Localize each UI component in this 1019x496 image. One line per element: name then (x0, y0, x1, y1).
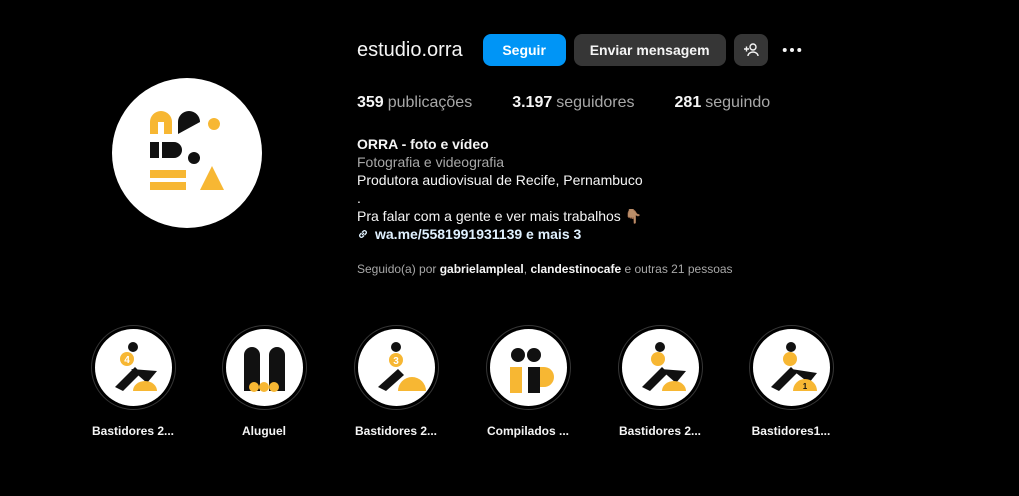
svg-text:3: 3 (393, 356, 399, 367)
posts-stat: 359 publicações (357, 94, 472, 112)
highlight-label: Compilados ... (486, 424, 569, 438)
highlight-item[interactable]: Compilados ... (468, 325, 588, 438)
highlight-ring (221, 325, 307, 410)
followers-label: seguidores (556, 94, 635, 111)
highlight-cover: 4 (94, 329, 172, 406)
highlight-cover-icon: 4 (114, 342, 157, 391)
bio-line-3: Pra falar com a gente e ver mais trabalh… (357, 208, 643, 224)
suggest-accounts-button[interactable] (733, 34, 768, 66)
highlight-item[interactable]: 1 Bastidores1... (731, 325, 851, 438)
bio-line-1: Produtora audiovisual de Recife, Pernamb… (357, 172, 643, 188)
follower-username-2: clandestinocafe (530, 262, 622, 276)
highlight-cover-icon: 1 (770, 342, 817, 391)
profile-bio: ORRA - foto e vídeo Fotografia e videogr… (357, 135, 643, 243)
highlight-label: Bastidores 2... (354, 424, 438, 438)
send-message-button[interactable]: Enviar mensagem (573, 34, 726, 66)
highlight-item[interactable]: Aluguel (204, 325, 324, 438)
highlight-label: Bastidores1... (751, 424, 831, 438)
profile-category: Fotografia e videografia (357, 154, 505, 170)
profile-stats: 359 publicações 3.197 seguidores 281 seguin… (357, 94, 810, 112)
orra-logo-icon (150, 111, 224, 190)
highlight-label: Aluguel (242, 424, 286, 438)
highlight-item[interactable]: 4 Bastidores 2... (73, 325, 193, 438)
svg-text:1: 1 (802, 382, 807, 391)
posts-count: 359 (357, 94, 384, 111)
highlight-cover (621, 329, 699, 406)
bio-link[interactable]: wa.me/5581991931139 e mais 3 (357, 225, 643, 243)
highlight-ring: 1 (748, 325, 834, 410)
follow-button[interactable]: Seguir (482, 34, 566, 66)
followers-stat[interactable]: 3.197 seguidores (512, 94, 634, 112)
followed-by[interactable]: Seguido(a) por gabrielampleal, clandesti… (357, 262, 733, 276)
highlight-item[interactable]: Bastidores 2... (600, 325, 720, 438)
story-highlights: 4 Bastidores 2... Aluguel 3 Bastidores 2… (0, 325, 1019, 445)
highlight-cover: 1 (752, 329, 830, 406)
following-count: 281 (674, 94, 702, 111)
profile-display-name: ORRA - foto e vídeo (357, 136, 489, 152)
follower-username-1: gabrielampleal (439, 262, 524, 276)
profile-avatar[interactable] (112, 78, 262, 228)
highlight-cover-icon (641, 342, 686, 391)
link-icon (359, 230, 367, 238)
more-dots-icon (782, 48, 801, 52)
highlight-ring (485, 325, 571, 410)
bio-line-2: . (357, 190, 361, 206)
highlight-label: Bastidores 2... (91, 424, 175, 438)
followed-by-prefix: Seguido(a) por (357, 262, 440, 276)
highlight-cover-icon (243, 347, 285, 392)
bio-link-text[interactable]: wa.me/5581991931139 e mais 3 (375, 225, 581, 243)
following-label: seguindo (705, 94, 771, 111)
highlight-cover-icon: 3 (377, 342, 426, 391)
highlight-cover (225, 329, 303, 406)
highlight-cover-icon (509, 348, 554, 393)
highlight-ring (617, 325, 703, 410)
highlight-ring: 4 (90, 325, 176, 410)
posts-label: publicações (387, 94, 473, 111)
highlight-item[interactable]: 3 Bastidores 2... (336, 325, 456, 438)
profile-username: estudio.orra (357, 38, 463, 61)
more-options-button[interactable] (776, 34, 808, 66)
add-person-icon (743, 43, 759, 57)
highlight-ring: 3 (353, 325, 439, 410)
highlight-label: Bastidores 2... (618, 424, 702, 438)
svg-text:4: 4 (124, 355, 130, 366)
following-stat[interactable]: 281 seguindo (675, 94, 771, 112)
followed-by-suffix: e outras 21 pessoas (621, 262, 733, 276)
followers-count: 3.197 (512, 94, 553, 111)
highlight-cover (489, 329, 567, 406)
highlight-cover: 3 (357, 329, 435, 406)
